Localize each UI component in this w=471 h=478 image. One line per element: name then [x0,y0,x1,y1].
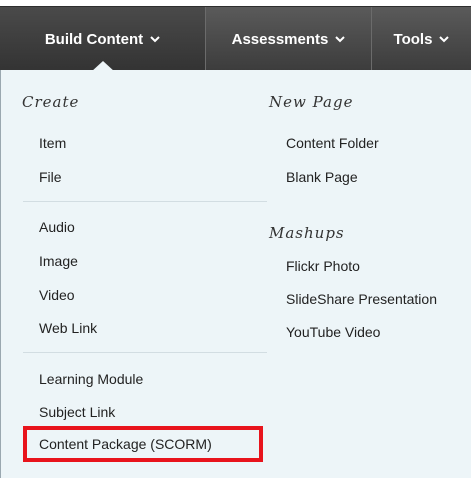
menu-divider [23,352,267,353]
menu-item-web-link[interactable]: Web Link [39,320,97,336]
menu-item-content-folder[interactable]: Content Folder [286,135,379,151]
menu-item-youtube-video[interactable]: YouTube Video [286,324,380,340]
menu-item-video[interactable]: Video [39,287,75,303]
menu-divider [23,201,267,202]
tab-tools[interactable]: Tools [371,7,471,71]
menu-item-blank-page[interactable]: Blank Page [286,169,358,185]
menu-item-slideshare-presentation[interactable]: SlideShare Presentation [286,291,437,307]
menu-item-audio[interactable]: Audio [39,219,75,235]
build-content-menu-screen: Build Content Assessments Tools Create I… [0,0,471,478]
menu-item-image[interactable]: Image [39,253,78,269]
build-content-dropdown: Create Item File Audio Image Video Web L… [0,70,471,478]
mashups-heading: Mashups [269,224,345,242]
highlight-box [23,426,263,462]
create-heading: Create [22,93,80,111]
new-page-heading: New Page [269,93,354,111]
chevron-down-icon [335,36,346,43]
menu-item-file[interactable]: File [39,169,62,185]
menu-item-item[interactable]: Item [39,135,66,151]
tab-assessments[interactable]: Assessments [205,7,371,71]
menu-item-learning-module[interactable]: Learning Module [39,371,143,387]
tab-label: Assessments [231,30,329,48]
menu-item-subject-link[interactable]: Subject Link [39,404,115,420]
tab-label: Tools [393,30,433,48]
tab-label: Build Content [44,30,144,48]
chevron-down-icon [150,36,160,43]
tab-build-content[interactable]: Build Content [0,7,205,72]
chevron-down-icon [439,36,450,43]
menu-item-flickr-photo[interactable]: Flickr Photo [286,258,360,274]
course-toolbar: Build Content Assessments Tools [0,6,471,72]
